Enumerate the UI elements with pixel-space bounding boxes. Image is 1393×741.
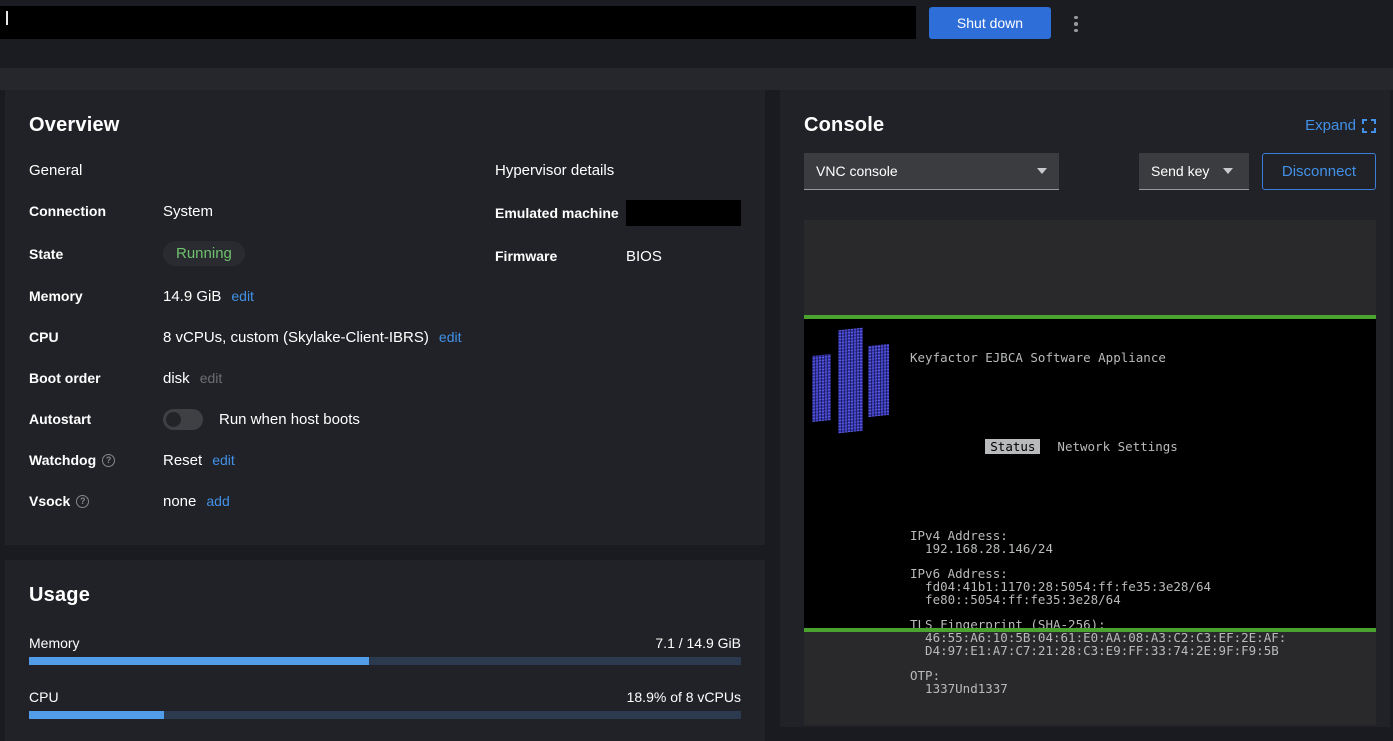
connection-value: System xyxy=(163,203,213,220)
text-cursor xyxy=(6,11,8,25)
connection-row: Connection System xyxy=(29,200,495,222)
usage-cpu-value: 18.9% of 8 vCPUs xyxy=(627,689,741,705)
memory-progress-bar xyxy=(29,657,741,665)
tui-tab-status[interactable]: Status xyxy=(985,439,1040,454)
connection-label: Connection xyxy=(29,203,163,219)
firmware-label: Firmware xyxy=(495,248,626,264)
expand-icon xyxy=(1362,119,1376,133)
vnc-screen[interactable]: Keyfactor EJBCA Software Appliance Statu… xyxy=(804,315,1376,632)
tui-tab-bar: Status Network Settings xyxy=(910,429,1286,467)
memory-label: Memory xyxy=(29,288,163,304)
autostart-label: Autostart xyxy=(29,411,163,427)
vm-name-redaction xyxy=(0,6,916,39)
shutdown-button[interactable]: Shut down xyxy=(929,7,1051,39)
boot-order-edit-link: edit xyxy=(200,370,223,386)
usage-memory-label: Memory xyxy=(29,635,80,651)
emulated-machine-redaction xyxy=(626,200,741,226)
console-type-select[interactable]: VNC console xyxy=(804,153,1059,190)
cpu-value: 8 vCPUs, custom (Skylake-Client-IBRS) xyxy=(163,329,429,346)
usage-memory-value: 7.1 / 14.9 GiB xyxy=(655,635,741,651)
usage-cpu-label: CPU xyxy=(29,689,59,705)
disconnect-button[interactable]: Disconnect xyxy=(1262,153,1376,190)
tui-tab-network-settings[interactable]: Network Settings xyxy=(1057,439,1177,454)
vsock-label: Vsock xyxy=(29,493,70,509)
boot-order-label: Boot order xyxy=(29,370,163,386)
memory-value: 14.9 GiB xyxy=(163,288,221,305)
usage-title: Usage xyxy=(29,582,741,609)
boot-order-row: Boot order disk edit xyxy=(29,367,495,389)
watchdog-value: Reset xyxy=(163,452,202,469)
watchdog-label: Watchdog xyxy=(29,452,96,468)
vnc-viewport: Keyfactor EJBCA Software Appliance Statu… xyxy=(804,220,1376,725)
question-circle-icon[interactable]: ? xyxy=(102,454,115,467)
general-section-header: General xyxy=(29,161,495,181)
state-row: State Running xyxy=(29,241,495,266)
caret-down-icon xyxy=(1223,168,1233,174)
caret-down-icon xyxy=(1037,168,1047,174)
emulated-machine-label: Emulated machine xyxy=(495,205,626,221)
cpu-edit-link[interactable]: edit xyxy=(439,329,462,345)
state-badge: Running xyxy=(163,241,245,266)
watchdog-row: Watchdog ? Reset edit xyxy=(29,449,495,471)
vsock-value: none xyxy=(163,493,196,510)
firmware-row: Firmware BIOS xyxy=(495,245,741,267)
console-title: Console xyxy=(804,112,884,139)
question-circle-icon[interactable]: ? xyxy=(76,495,89,508)
masthead: Shut down xyxy=(0,0,1393,68)
cpu-progress-bar xyxy=(29,711,741,719)
console-green-bar-bottom xyxy=(804,628,1376,632)
cpu-label: CPU xyxy=(29,329,163,345)
memory-edit-link[interactable]: edit xyxy=(231,288,254,304)
state-label: State xyxy=(29,246,163,262)
overview-card: Overview General Connection System State… xyxy=(5,90,765,545)
console-card: Console Expand VNC console Send key Disc… xyxy=(780,90,1390,727)
emulated-machine-row: Emulated machine xyxy=(495,200,741,226)
overview-title: Overview xyxy=(29,112,741,139)
kebab-menu-icon[interactable] xyxy=(1068,12,1084,36)
hypervisor-section-header: Hypervisor details xyxy=(495,161,741,181)
vsock-row: Vsock ? none add xyxy=(29,490,495,512)
firmware-value: BIOS xyxy=(626,248,662,265)
console-status-text: IPv4 Address: 192.168.28.146/24 IPv6 Add… xyxy=(910,530,1286,695)
vsock-add-link[interactable]: add xyxy=(206,493,229,509)
autostart-toggle[interactable] xyxy=(163,409,203,430)
autostart-row: Autostart Run when host boots xyxy=(29,408,495,430)
usage-card: Usage Memory 7.1 / 14.9 GiB CPU 18.9% of… xyxy=(5,560,765,741)
autostart-toggle-label: Run when host boots xyxy=(219,411,360,428)
page-header-strip xyxy=(0,68,1393,90)
cpu-row: CPU 8 vCPUs, custom (Skylake-Client-IBRS… xyxy=(29,326,495,348)
boot-order-value: disk xyxy=(163,370,190,387)
expand-link[interactable]: Expand xyxy=(1305,117,1376,134)
ejbca-logo xyxy=(804,315,904,445)
send-key-dropdown[interactable]: Send key xyxy=(1139,153,1249,190)
watchdog-edit-link[interactable]: edit xyxy=(212,452,235,468)
appliance-title: Keyfactor EJBCA Software Appliance xyxy=(910,352,1286,365)
memory-row: Memory 14.9 GiB edit xyxy=(29,285,495,307)
